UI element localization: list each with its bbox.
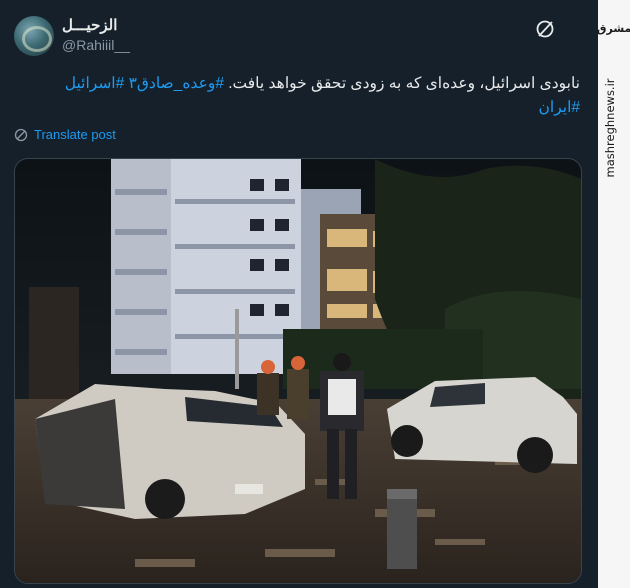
mashregh-logo: مشرق xyxy=(598,22,630,35)
tweet-card: الزحيـــل @Rahiiil__ نابودی اسرائیل، وعد… xyxy=(0,0,598,588)
tweet-photo[interactable] xyxy=(14,158,582,584)
translate-post-link[interactable]: Translate post xyxy=(14,127,116,142)
tweet-text: نابودی اسرائیل، وعده‌ای که به زودی تحقق … xyxy=(14,72,580,120)
logo-text: مشرق xyxy=(598,22,630,35)
watermark-url: mashreghnews.ir xyxy=(603,78,617,177)
grok-icon[interactable] xyxy=(534,18,556,40)
display-name[interactable]: الزحيـــل xyxy=(62,16,117,34)
mashregh-url: mashreghnews.ir xyxy=(603,78,617,177)
hashtag-link[interactable]: #وعده_صادق۳ xyxy=(129,75,224,92)
translate-label[interactable]: Translate post xyxy=(34,127,116,142)
tweet-body: نابودی اسرائیل، وعده‌ای که به زودی تحقق … xyxy=(228,75,580,92)
hashtag-link[interactable]: #ایران xyxy=(539,99,580,116)
photo-scene xyxy=(15,159,581,583)
translate-globe-icon xyxy=(14,128,28,141)
avatar[interactable] xyxy=(14,16,54,56)
hashtag-link[interactable]: #اسرائیل xyxy=(65,75,125,92)
user-handle[interactable]: @Rahiiil__ xyxy=(62,37,130,53)
